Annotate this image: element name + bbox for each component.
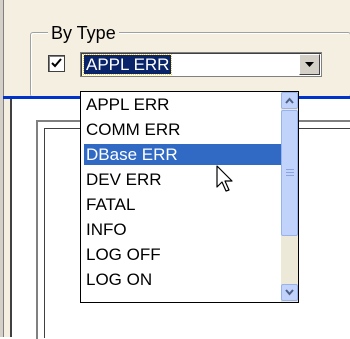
combobox-dropdown-button[interactable] [299,54,320,75]
type-combobox[interactable]: APPL ERR [80,52,322,77]
list-item-log-on[interactable]: LOG ON [84,269,287,290]
thumb-grip [286,169,294,170]
by-type-checkbox[interactable] [48,55,65,72]
dropdown-scrollbar[interactable] [281,92,298,302]
list-item-dbase-err[interactable]: DBase ERR [84,144,290,165]
thumb-grip [286,175,294,176]
scroll-down-icon [285,289,294,296]
list-item-comm-err[interactable]: COMM ERR [84,119,287,140]
scroll-up-icon [285,97,294,104]
groupbox-title: By Type [48,22,119,44]
check-icon [51,58,62,68]
list-item-appl-err[interactable]: APPL ERR [84,94,287,115]
pointer-cursor-icon [216,165,233,192]
scroll-down-button[interactable] [281,284,298,301]
list-item-dev-err[interactable]: DEV ERR [84,169,287,190]
window-border [0,0,4,337]
chevron-down-icon [305,62,314,67]
content-area-border [10,99,12,337]
scroll-up-button[interactable] [281,92,298,109]
scroll-thumb[interactable] [281,110,298,236]
list-item-fatal[interactable]: FATAL [84,194,287,215]
combobox-value: APPL ERR [82,54,173,75]
list-item-log-off[interactable]: LOG OFF [84,244,287,265]
thumb-grip [286,172,294,173]
list-item-info[interactable]: INFO [84,219,287,240]
type-dropdown-list[interactable]: APPL ERR COMM ERR DBase ERR DEV ERR FATA… [80,91,299,303]
